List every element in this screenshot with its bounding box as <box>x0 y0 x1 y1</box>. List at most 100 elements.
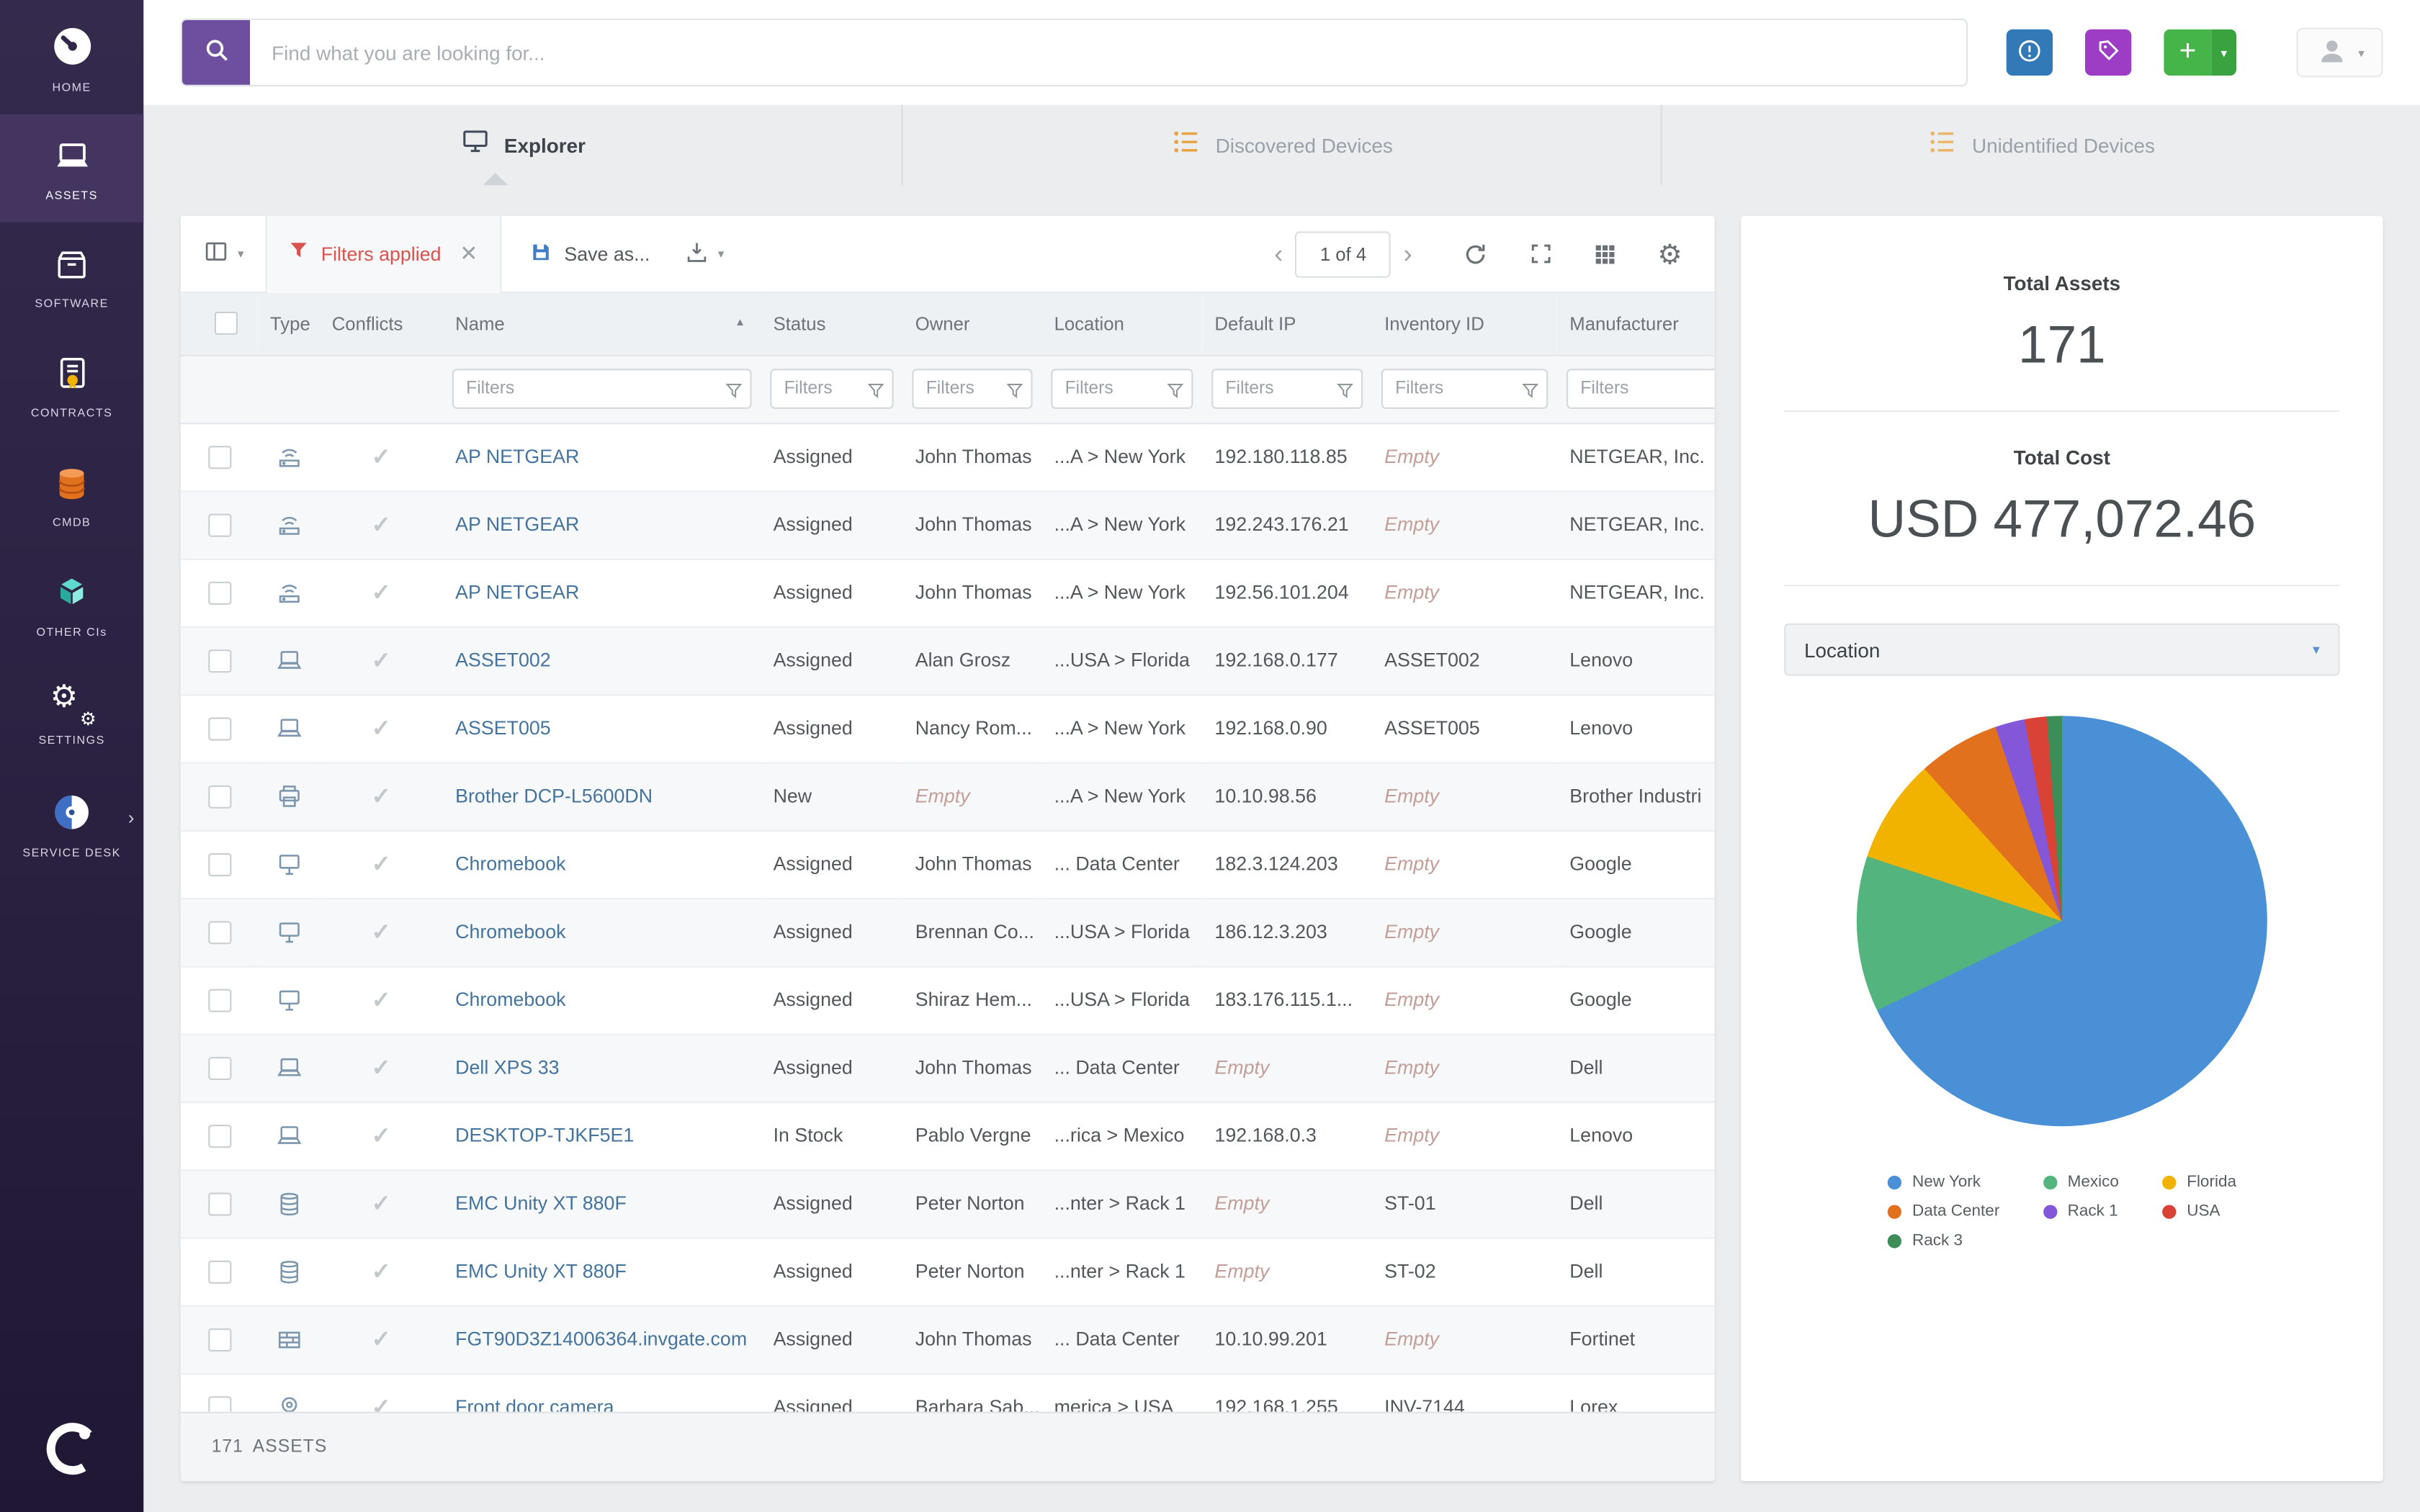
close-icon[interactable]: ✕ <box>460 240 478 266</box>
alerts-button[interactable] <box>2007 30 2053 76</box>
select-all-checkbox[interactable] <box>214 312 237 336</box>
row-checkbox[interactable] <box>207 445 230 468</box>
ap-icon <box>274 445 303 467</box>
manufacturer-cell: Lenovo <box>1557 1102 1715 1169</box>
asset-name-link[interactable]: FGT90D3Z14006364.invgate.com <box>455 1328 747 1350</box>
owner-cell: Shiraz Hem... <box>903 966 1042 1033</box>
sidebar-item-assets[interactable]: ASSETS <box>0 114 143 222</box>
database-stack-icon <box>51 463 93 505</box>
divider <box>1784 410 2339 412</box>
location-cell: ...A > New York <box>1041 762 1202 830</box>
col-manufacturer[interactable]: Manufacturer <box>1557 293 1715 355</box>
location-pie-chart[interactable] <box>1857 716 2267 1126</box>
col-type[interactable]: Type <box>258 293 320 355</box>
group-by-select[interactable]: Location ▾ <box>1784 624 2339 676</box>
tab-discovered-devices[interactable]: Discovered Devices <box>901 105 1660 185</box>
asset-name-link[interactable]: Brother DCP-L5600DN <box>455 786 653 807</box>
grid-view-button[interactable] <box>1591 240 1619 268</box>
row-checkbox[interactable] <box>207 513 230 536</box>
asset-name-link[interactable]: Dell XPS 33 <box>455 1057 559 1079</box>
asset-name-link[interactable]: EMC Unity XT 880F <box>455 1261 627 1282</box>
table-row[interactable]: ✓Front door cameraAssignedBarbara Sab...… <box>181 1373 1715 1412</box>
table-row[interactable]: ✓ASSET002AssignedAlan Grosz...USA > Flor… <box>181 626 1715 694</box>
search-input[interactable] <box>250 20 1966 85</box>
row-checkbox[interactable] <box>207 785 230 808</box>
filter-input-manufacturer[interactable] <box>1567 369 1715 409</box>
row-checkbox[interactable] <box>207 1260 230 1283</box>
asset-name-link[interactable]: ASSET002 <box>455 649 551 671</box>
col-owner[interactable]: Owner <box>903 293 1042 355</box>
row-checkbox[interactable] <box>207 649 230 672</box>
asset-name-link[interactable]: EMC Unity XT 880F <box>455 1192 627 1214</box>
search-button[interactable] <box>182 20 250 85</box>
table-row[interactable]: ✓ChromebookAssignedShiraz Hem......USA >… <box>181 966 1715 1033</box>
col-conflicts[interactable]: Conflicts <box>320 293 443 355</box>
asset-name-link[interactable]: Chromebook <box>455 853 565 875</box>
sidebar-item-service-desk[interactable]: › SERVICE DESK <box>0 767 143 879</box>
page-indicator[interactable]: 1 of 4 <box>1296 230 1392 276</box>
table-row[interactable]: ✓ChromebookAssignedBrennan Co......USA >… <box>181 898 1715 966</box>
settings-button[interactable]: ⚙ <box>1656 240 1684 268</box>
asset-name-link[interactable]: AP NETGEAR <box>455 514 579 536</box>
row-checkbox[interactable] <box>207 852 230 876</box>
row-checkbox[interactable] <box>207 1395 230 1411</box>
col-default-ip[interactable]: Default IP <box>1202 293 1372 355</box>
table-row[interactable]: ✓FGT90D3Z14006364.invgate.comAssignedJoh… <box>181 1305 1715 1373</box>
save-as-button[interactable]: Save as... <box>529 240 650 268</box>
inventory-id-cell: Empty <box>1372 1305 1557 1373</box>
page-next-button[interactable]: › <box>1391 240 1424 266</box>
owner-cell: Nancy Rom... <box>903 694 1042 762</box>
table-row[interactable]: ✓ChromebookAssignedJohn Thomas... Data C… <box>181 830 1715 898</box>
laptop-icon <box>274 1056 303 1077</box>
row-checkbox[interactable] <box>207 1328 230 1351</box>
asset-name-link[interactable]: Front door camera <box>455 1396 614 1411</box>
row-checkbox[interactable] <box>207 1056 230 1079</box>
row-checkbox[interactable] <box>207 717 230 740</box>
table-row[interactable]: ✓EMC Unity XT 880FAssignedPeter Norton..… <box>181 1169 1715 1237</box>
user-menu-button[interactable]: ▾ <box>2297 28 2383 78</box>
col-status[interactable]: Status <box>761 293 902 355</box>
table-row[interactable]: ✓AP NETGEARAssignedJohn Thomas...A > New… <box>181 490 1715 558</box>
filter-input-name[interactable] <box>452 369 752 409</box>
sidebar-item-contracts[interactable]: CONTRACTS <box>0 330 143 440</box>
table-row[interactable]: ✓EMC Unity XT 880FAssignedPeter Norton..… <box>181 1238 1715 1305</box>
table-row[interactable]: ✓AP NETGEARAssignedJohn Thomas...A > New… <box>181 559 1715 626</box>
table-row[interactable]: ✓DESKTOP-TJKF5E1In StockPablo Vergne...r… <box>181 1102 1715 1169</box>
asset-name-link[interactable]: AP NETGEAR <box>455 582 579 603</box>
refresh-button[interactable] <box>1461 240 1489 268</box>
layout-switch-button[interactable]: ▾ <box>202 238 244 270</box>
asset-name-link[interactable]: AP NETGEAR <box>455 446 579 467</box>
table-row[interactable]: ✓ASSET005AssignedNancy Rom......A > New … <box>181 694 1715 762</box>
col-inventory-id[interactable]: Inventory ID <box>1372 293 1557 355</box>
tags-button[interactable] <box>2085 30 2131 76</box>
row-checkbox[interactable] <box>207 920 230 943</box>
tab-label: Discovered Devices <box>1216 133 1393 156</box>
sidebar-item-other-cis[interactable]: OTHER CIs <box>0 549 143 659</box>
sidebar-item-cmdb[interactable]: CMDB <box>0 440 143 549</box>
asset-name-link[interactable]: Chromebook <box>455 989 565 1011</box>
tab-unidentified-devices[interactable]: Unidentified Devices <box>1661 105 2420 185</box>
fullscreen-button[interactable] <box>1526 240 1554 268</box>
asset-name-link[interactable]: Chromebook <box>455 921 565 942</box>
table-row[interactable]: ✓Brother DCP-L5600DNNewEmpty...A > New Y… <box>181 762 1715 830</box>
add-asset-split-button[interactable]: + ▾ <box>2164 30 2236 76</box>
row-checkbox[interactable] <box>207 581 230 604</box>
filters-applied-chip[interactable]: Filters applied ✕ <box>266 216 501 292</box>
table-scroll-area[interactable]: Type Conflicts Name▲ Status Owner Locati… <box>181 293 1715 1412</box>
owner-cell: Peter Norton <box>903 1238 1042 1305</box>
col-location[interactable]: Location <box>1041 293 1202 355</box>
export-button[interactable]: ▾ <box>684 238 725 269</box>
table-row[interactable]: ✓Dell XPS 33AssignedJohn Thomas... Data … <box>181 1034 1715 1102</box>
row-checkbox[interactable] <box>207 1192 230 1215</box>
row-checkbox[interactable] <box>207 989 230 1012</box>
table-row[interactable]: ✓AP NETGEARAssignedJohn Thomas...A > New… <box>181 423 1715 490</box>
page-prev-button[interactable]: ‹ <box>1262 240 1295 266</box>
row-checkbox[interactable] <box>207 1124 230 1147</box>
col-name[interactable]: Name▲ <box>443 293 761 355</box>
asset-name-link[interactable]: DESKTOP-TJKF5E1 <box>455 1125 634 1146</box>
sidebar-item-settings[interactable]: ⚙⚙ SETTINGS <box>0 659 143 767</box>
sidebar-item-home[interactable]: HOME <box>0 0 143 114</box>
sidebar-item-software[interactable]: SOFTWARE <box>0 222 143 330</box>
asset-name-link[interactable]: ASSET005 <box>455 717 551 739</box>
tab-explorer[interactable]: Explorer <box>143 105 901 185</box>
